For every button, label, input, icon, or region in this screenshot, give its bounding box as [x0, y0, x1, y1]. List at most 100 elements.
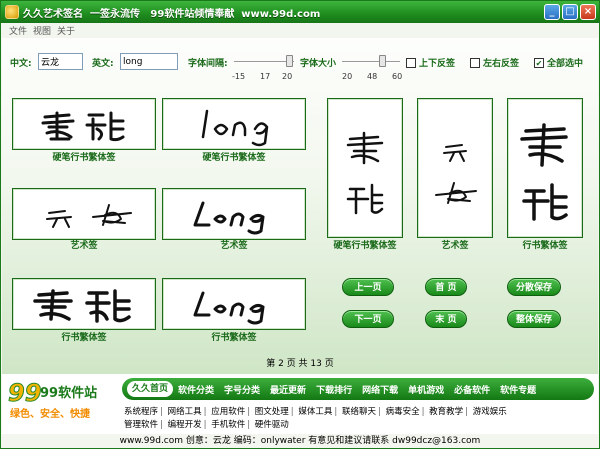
signature-preview-3[interactable] — [12, 188, 156, 240]
link-graphics[interactable]: 图文处理 — [253, 407, 291, 417]
maximize-button[interactable]: □ — [562, 4, 578, 20]
signature-caption-8: 艺术签 — [441, 241, 469, 251]
select-all-checkbox[interactable]: ✔ 全部选中 — [534, 56, 583, 69]
nav-category[interactable]: 软件分类 — [173, 383, 219, 396]
site-logo[interactable]: 99 99软件站 绿色、安全、快捷 — [6, 377, 118, 421]
signature-preview-8[interactable] — [417, 98, 493, 238]
signature-caption-5: 行书繁体签 — [61, 333, 107, 343]
flip-vertical-checkbox[interactable]: 上下反签 — [406, 56, 455, 69]
logo-slogan: 绿色、安全、快捷 — [10, 407, 91, 420]
close-button[interactable]: × — [580, 4, 596, 20]
nav-recent[interactable]: 最近更新 — [265, 383, 311, 396]
svg-text:99: 99 — [8, 379, 41, 407]
link-system[interactable]: 系统程序 — [122, 407, 160, 417]
signature-caption-9: 行书繁体签 — [522, 241, 568, 251]
status-bar: www.99d.com 创意：云龙 编码：onlywater 有意见和建议请联系… — [2, 434, 598, 448]
signature-preview-7[interactable] — [327, 98, 403, 238]
spacing-tick-max: 20 — [282, 72, 293, 81]
link-media[interactable]: 媒体工具 — [296, 407, 334, 417]
menu-view[interactable]: 视图 — [33, 24, 51, 37]
app-window: 久久艺术签名 一签永流传 99软件站倾情奉献 www.99d.com _ □ ×… — [0, 0, 600, 449]
spacing-slider-thumb[interactable] — [286, 55, 293, 67]
signature-ink-2 — [201, 109, 269, 147]
nav-font-category[interactable]: 字号分类 — [219, 383, 265, 396]
signature-caption-3: 艺术签 — [70, 241, 98, 251]
link-education[interactable]: 教育教学 — [427, 407, 465, 417]
select-all-box[interactable]: ✔ — [534, 57, 544, 68]
prev-page-button[interactable]: 上一页 — [342, 278, 394, 296]
next-page-button[interactable]: 下一页 — [342, 310, 394, 328]
nav-essentials[interactable]: 必备软件 — [449, 383, 495, 396]
font-size-label: 字体大小 — [300, 59, 337, 69]
chinese-name-input[interactable] — [38, 53, 83, 70]
signature-ink-1 — [41, 111, 125, 142]
link-management[interactable]: 管理软件 — [122, 420, 160, 430]
spacing-slider[interactable] — [234, 55, 294, 69]
flip-horizontal-box[interactable] — [470, 57, 480, 68]
link-apps[interactable]: 应用软件 — [209, 407, 247, 417]
signature-caption-1: 硬笔行书繁体签 — [52, 153, 116, 163]
signature-caption-7: 硬笔行书繁体签 — [333, 241, 397, 251]
signature-preview-5[interactable] — [12, 278, 156, 330]
link-mobile[interactable]: 手机软件 — [209, 420, 247, 430]
spacing-tick-min: -15 — [232, 72, 246, 81]
signature-preview-4[interactable] — [162, 188, 306, 240]
signature-ink-7 — [346, 131, 384, 215]
link-games[interactable]: 游戏娱乐 — [471, 407, 509, 417]
font-size-slider[interactable] — [342, 55, 400, 69]
link-chat[interactable]: 联络聊天 — [340, 407, 378, 417]
signature-ink-4 — [193, 201, 265, 235]
signature-ink-6 — [193, 291, 265, 325]
signature-ink-8 — [435, 144, 477, 204]
nav-net-download[interactable]: 网络下载 — [357, 383, 403, 396]
main-panel: 中文: 英文: 字体间隔: -15 17 20 字体大小 20 48 60 上下… — [2, 38, 598, 374]
footer-banner: 99 99软件站 绿色、安全、快捷 久久首页 软件分类 字号分类 最近更新 下载… — [2, 374, 598, 436]
page-indicator: 第 2 页 共 13 页 — [266, 359, 334, 369]
size-tick-mid: 48 — [367, 72, 378, 81]
window-title: 久久艺术签名 一签永流传 99软件站倾情奉献 www.99d.com — [23, 8, 321, 20]
link-drivers[interactable]: 硬件驱动 — [253, 420, 291, 430]
save-whole-button[interactable]: 整体保存 — [507, 310, 561, 328]
link-security[interactable]: 病毒安全 — [384, 407, 422, 417]
size-tick-max: 60 — [392, 72, 403, 81]
nav-single-game[interactable]: 单机游戏 — [403, 383, 449, 396]
signature-caption-2: 硬笔行书繁体签 — [202, 153, 266, 163]
nav-home[interactable]: 久久首页 — [127, 381, 174, 397]
last-page-button[interactable]: 末 页 — [425, 310, 467, 328]
signature-ink-9 — [520, 123, 568, 221]
category-links-row-1: 系统程序 | 网络工具 | 应用软件 | 图文处理 | 媒体工具 | 联络聊天 | 病毒安全… — [122, 407, 509, 417]
minimize-button[interactable]: _ — [544, 4, 560, 20]
flip-vertical-box[interactable] — [406, 57, 416, 68]
first-page-button[interactable]: 首 页 — [425, 278, 467, 296]
menu-about[interactable]: 关于 — [57, 24, 75, 37]
save-separately-button[interactable]: 分散保存 — [507, 278, 561, 296]
link-programming[interactable]: 编程开发 — [166, 420, 204, 430]
nav-ranking[interactable]: 下载排行 — [311, 383, 357, 396]
menu-file[interactable]: 文件 — [9, 24, 27, 37]
signature-preview-6[interactable] — [162, 278, 306, 330]
spacing-label: 字体间隔: — [188, 59, 228, 69]
english-name-input[interactable] — [120, 53, 178, 70]
site-nav: 久久首页 软件分类 字号分类 最近更新 下载排行 网络下载 单机游戏 必备软件 … — [122, 378, 594, 400]
signature-ink-3 — [46, 204, 132, 228]
app-icon — [5, 5, 19, 19]
size-tick-min: 20 — [342, 72, 353, 81]
signature-caption-4: 艺术签 — [220, 241, 248, 251]
logo-text: 99软件站 — [40, 385, 97, 401]
category-links-row-2: 管理软件 | 编程开发 | 手机软件 | 硬件驱动 — [122, 420, 291, 430]
menu-bar: 文件 视图 关于 — [2, 23, 598, 38]
signature-preview-1[interactable] — [12, 98, 156, 150]
title-bar: 久久艺术签名 一签永流传 99软件站倾情奉献 www.99d.com _ □ × — [1, 1, 599, 23]
flip-horizontal-checkbox[interactable]: 左右反签 — [470, 56, 519, 69]
signature-ink-5 — [33, 289, 131, 323]
signature-preview-2[interactable] — [162, 98, 306, 150]
font-size-slider-thumb[interactable] — [379, 55, 386, 67]
logo-99-icon: 99 99软件站 绿色、安全、快捷 — [8, 379, 98, 421]
spacing-tick-mid: 17 — [260, 72, 271, 81]
nav-topics[interactable]: 软件专题 — [495, 383, 541, 396]
english-name-label: 英文: — [92, 59, 114, 69]
signature-preview-9[interactable] — [507, 98, 583, 238]
link-network[interactable]: 网络工具 — [166, 407, 204, 417]
chinese-name-label: 中文: — [10, 59, 32, 69]
signature-caption-6: 行书繁体签 — [211, 333, 257, 343]
